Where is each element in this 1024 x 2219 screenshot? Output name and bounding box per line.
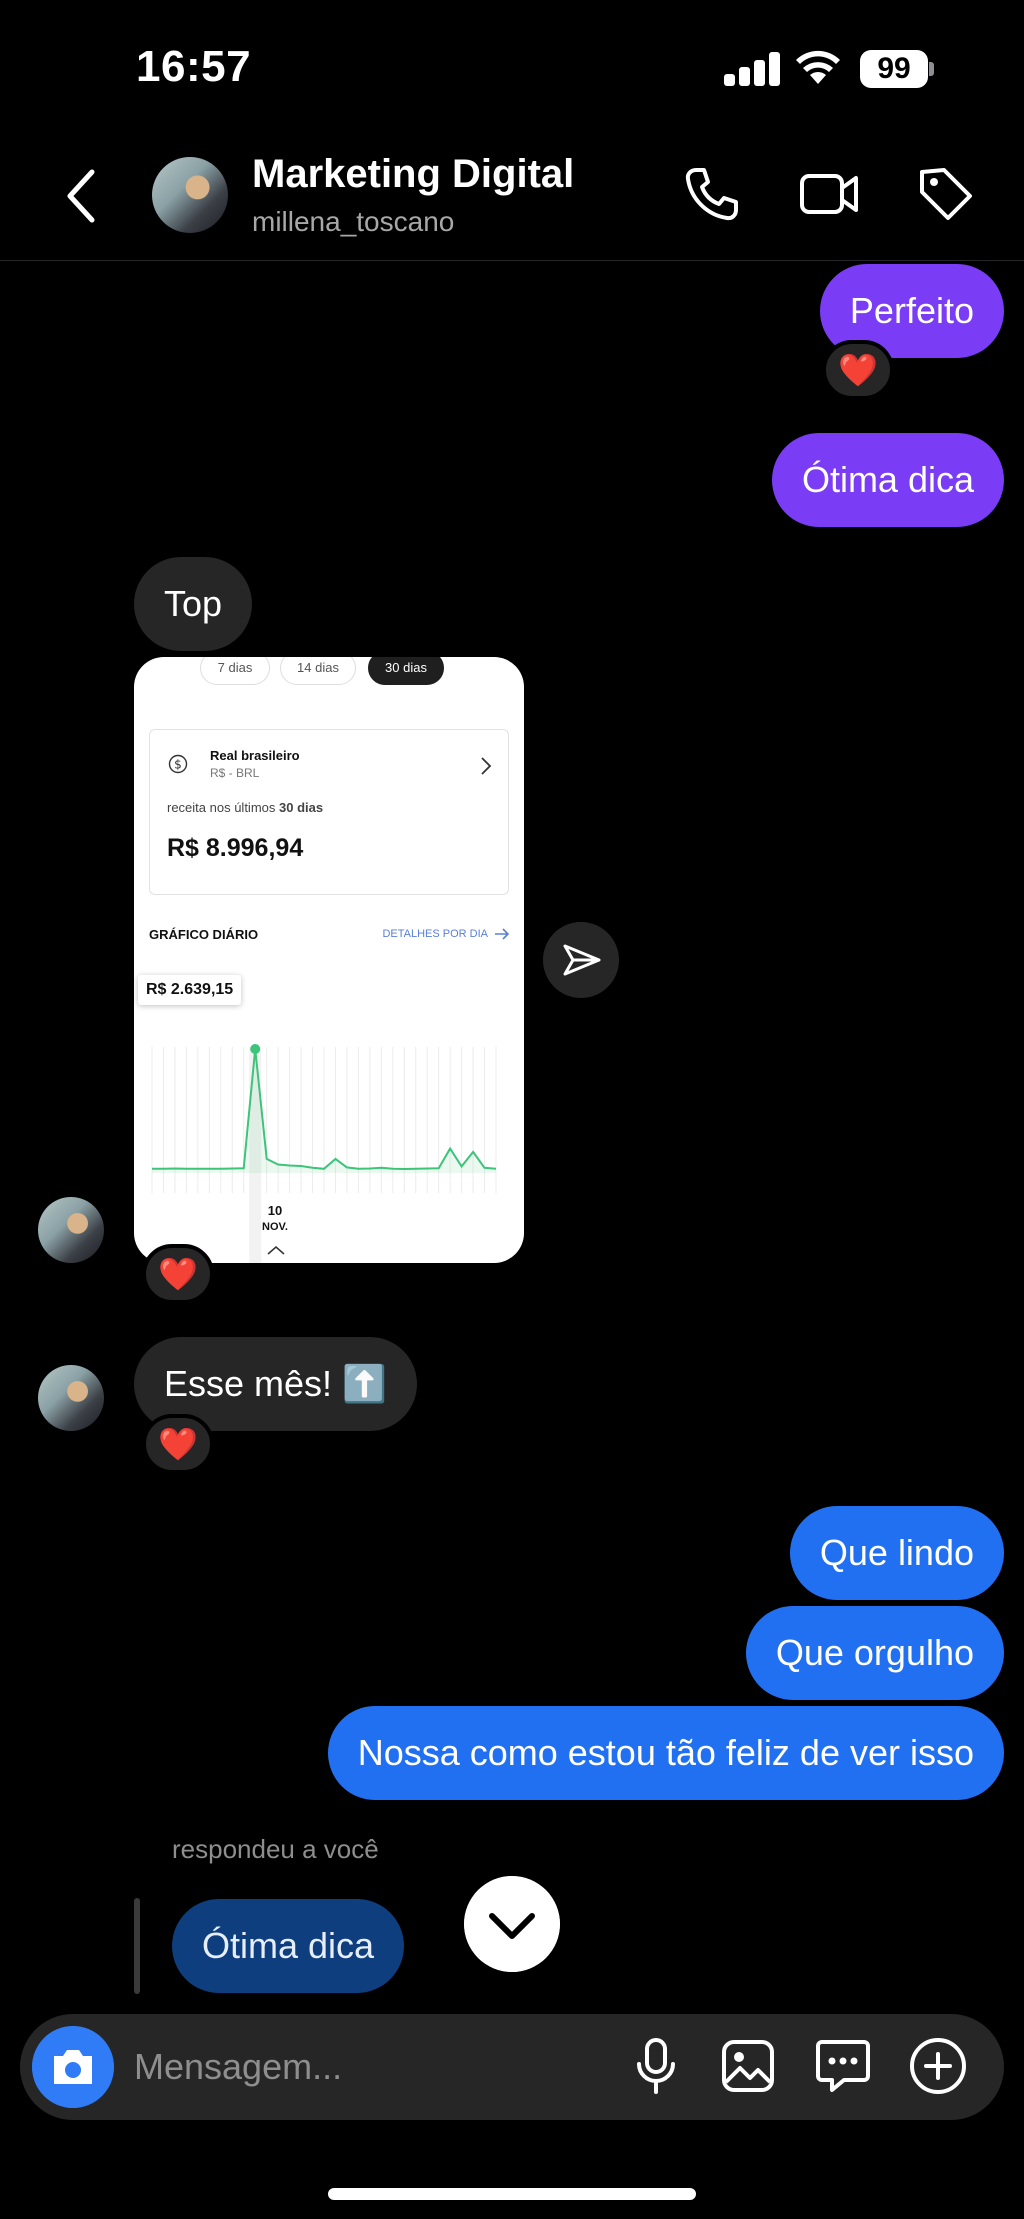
video-call-icon[interactable] [798, 164, 862, 224]
battery-level: 99 [860, 50, 928, 88]
dollar-icon: $ [168, 754, 188, 774]
header-avatar[interactable] [152, 157, 228, 233]
camera-button[interactable] [32, 2026, 114, 2108]
currency-code: R$ - BRL [210, 766, 260, 780]
message-received[interactable]: Top [134, 557, 253, 651]
back-button[interactable] [62, 166, 102, 226]
chart-title: GRÁFICO DIÁRIO [149, 927, 259, 942]
reply-indicator-bar [134, 1898, 140, 1994]
message-sent[interactable]: Nossa como estou tão feliz de ver isso [327, 1706, 1004, 1800]
tab-7-dias: 7 dias [200, 657, 270, 685]
microphone-icon[interactable] [634, 2036, 678, 2096]
quoted-message[interactable]: Ótima dica [172, 1899, 405, 1993]
add-icon[interactable] [908, 2036, 968, 2096]
share-button[interactable] [543, 922, 619, 998]
chevron-right-icon [481, 757, 492, 775]
revenue-value: R$ 8.996,94 [167, 834, 304, 862]
battery-icon: 99 [860, 50, 934, 88]
message-sent[interactable]: Ótima dica [771, 433, 1004, 527]
reply-label: respondeu a você [172, 1834, 379, 1864]
tab-30-dias: 30 dias [368, 657, 444, 685]
svg-text:$: $ [174, 758, 182, 772]
revenue-label: receita nos últimos 30 dias [167, 800, 324, 815]
chart-highlight-point [250, 1044, 261, 1054]
details-link: DETALHES POR DIA [382, 928, 488, 940]
daily-revenue-chart [151, 1044, 497, 1263]
revenue-summary-box: $ Real brasileiro R$ - BRL receita nos ú… [149, 729, 509, 895]
status-time: 16:57 [136, 42, 252, 91]
chat-title[interactable]: Marketing Digital [252, 152, 574, 197]
tag-icon[interactable] [916, 164, 976, 224]
heart-reaction-icon[interactable]: ❤️ [822, 340, 894, 400]
chart-date-month: NOV. [262, 1221, 288, 1233]
message-sent[interactable]: Que orgulho [745, 1606, 1004, 1700]
wifi-icon [796, 50, 840, 84]
sender-avatar[interactable] [38, 1197, 104, 1263]
heart-reaction-icon[interactable]: ❤️ [142, 1244, 214, 1304]
header-divider [0, 260, 1024, 261]
scroll-to-bottom-button[interactable] [464, 1876, 560, 1972]
shared-screenshot-card[interactable]: 7 dias 14 dias 30 dias $ Real brasileiro… [134, 657, 524, 1263]
cellular-signal-icon [724, 52, 780, 86]
message-input[interactable] [134, 2044, 604, 2090]
chart-date-day: 10 [267, 1203, 283, 1218]
tab-14-dias: 14 dias [280, 657, 356, 685]
sender-avatar[interactable] [38, 1365, 104, 1431]
message-sent[interactable]: Que lindo [789, 1506, 1004, 1600]
home-indicator [328, 2188, 696, 2200]
chevron-up-icon [267, 1246, 285, 1255]
sticker-chat-icon[interactable] [814, 2036, 872, 2094]
heart-reaction-icon[interactable]: ❤️ [142, 1414, 214, 1474]
phone-call-icon[interactable] [682, 164, 742, 224]
gallery-icon[interactable] [720, 2038, 776, 2094]
currency-name: Real brasileiro [210, 748, 300, 763]
chat-username[interactable]: millena_toscano [252, 206, 454, 238]
chart-tooltip: R$ 2.639,15 [138, 975, 242, 1005]
arrow-right-icon [495, 928, 510, 940]
